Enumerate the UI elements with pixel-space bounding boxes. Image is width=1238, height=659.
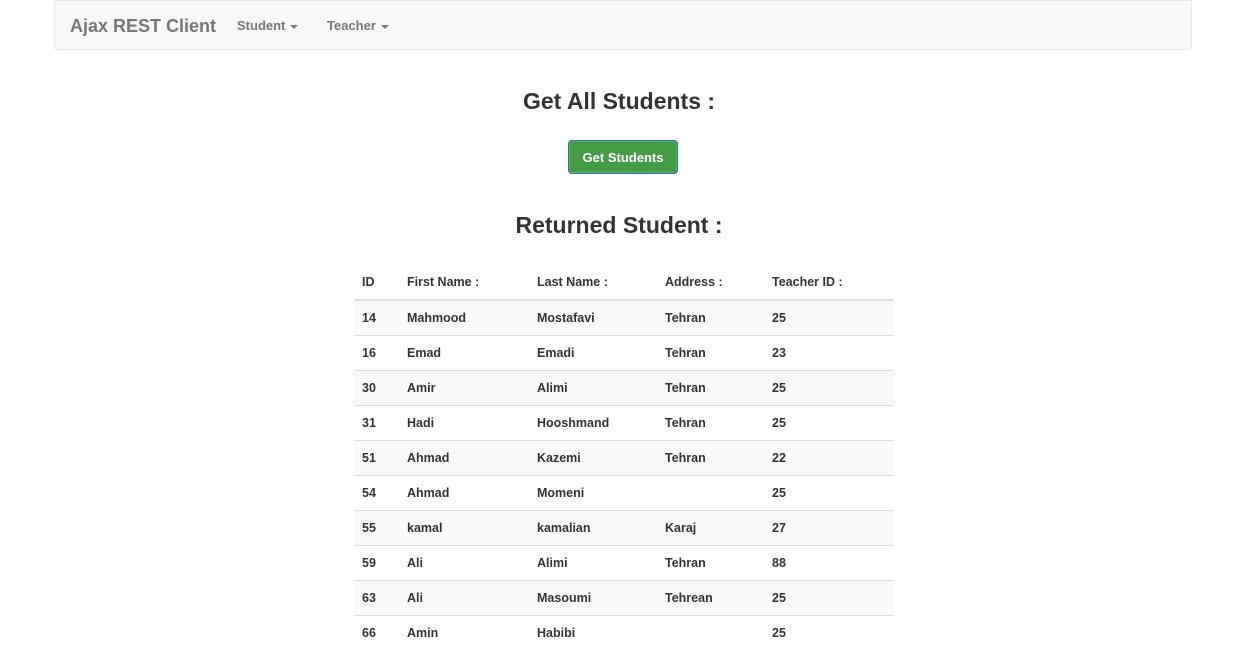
cell-address: Tehran bbox=[657, 405, 764, 441]
cell-last-name: Alimi bbox=[529, 545, 657, 581]
cell-teacher-id: 27 bbox=[764, 510, 894, 546]
cell-last-name: Masoumi bbox=[529, 580, 657, 616]
cell-address: Tehran bbox=[657, 545, 764, 581]
table-row: 66 Amin Habibi 25 bbox=[354, 615, 894, 650]
table-row: 51 Ahmad Kazemi Tehran 22 bbox=[354, 440, 894, 476]
column-header-first-name: First Name : bbox=[399, 264, 529, 301]
cell-address: Tehran bbox=[657, 335, 764, 371]
cell-last-name: Habibi bbox=[529, 615, 657, 650]
table-body: 14 Mahmood Mostafavi Tehran 25 16 Emad E… bbox=[354, 299, 894, 650]
navbar: Ajax REST Client Student Teacher bbox=[54, 0, 1192, 50]
caret-down-icon bbox=[290, 24, 299, 29]
cell-last-name: Kazemi bbox=[529, 440, 657, 476]
cell-id: 14 bbox=[354, 299, 399, 336]
nav-dropdown-student-label: Student bbox=[237, 18, 286, 33]
get-all-students-heading: Get All Students : bbox=[522, 88, 716, 114]
cell-id: 63 bbox=[354, 580, 399, 616]
cell-address: Tehran bbox=[657, 299, 764, 336]
cell-address: Tehran bbox=[657, 370, 764, 406]
column-header-address: Address : bbox=[657, 264, 764, 301]
students-table: ID First Name : Last Name : Address : Te… bbox=[354, 264, 894, 650]
get-students-button[interactable]: Get Students bbox=[568, 140, 678, 174]
cell-first-name: Ahmad bbox=[399, 440, 529, 476]
cell-id: 54 bbox=[354, 475, 399, 511]
cell-last-name: Emadi bbox=[529, 335, 657, 371]
cell-id: 66 bbox=[354, 615, 399, 650]
nav-dropdown-student[interactable]: Student bbox=[237, 1, 299, 51]
table-row: 14 Mahmood Mostafavi Tehran 25 bbox=[354, 299, 894, 336]
table-row: 31 Hadi Hooshmand Tehran 25 bbox=[354, 405, 894, 441]
table-row: 55 kamal kamalian Karaj 27 bbox=[354, 510, 894, 546]
cell-id: 30 bbox=[354, 370, 399, 406]
cell-address bbox=[657, 615, 764, 650]
cell-first-name: Amir bbox=[399, 370, 529, 406]
column-header-last-name: Last Name : bbox=[529, 264, 657, 301]
returned-student-heading: Returned Student : bbox=[515, 212, 723, 238]
cell-first-name: Ali bbox=[399, 580, 529, 616]
cell-address: Karaj bbox=[657, 510, 764, 546]
cell-id: 16 bbox=[354, 335, 399, 371]
cell-address bbox=[657, 475, 764, 511]
cell-first-name: Mahmood bbox=[399, 299, 529, 336]
column-header-id: ID bbox=[354, 264, 399, 301]
cell-last-name: kamalian bbox=[529, 510, 657, 546]
nav-dropdown-teacher-label: Teacher bbox=[327, 18, 376, 33]
cell-teacher-id: 88 bbox=[764, 545, 894, 581]
column-header-teacher-id: Teacher ID : bbox=[764, 264, 894, 301]
cell-address: Tehran bbox=[657, 440, 764, 476]
cell-teacher-id: 25 bbox=[764, 615, 894, 650]
caret-down-icon bbox=[380, 24, 389, 29]
cell-id: 59 bbox=[354, 545, 399, 581]
cell-address: Tehrean bbox=[657, 580, 764, 616]
cell-teacher-id: 25 bbox=[764, 299, 894, 336]
cell-id: 55 bbox=[354, 510, 399, 546]
cell-last-name: Mostafavi bbox=[529, 299, 657, 336]
table-header-row: ID First Name : Last Name : Address : Te… bbox=[354, 264, 894, 301]
cell-first-name: Ali bbox=[399, 545, 529, 581]
cell-id: 31 bbox=[354, 405, 399, 441]
cell-first-name: Hadi bbox=[399, 405, 529, 441]
cell-first-name: Ahmad bbox=[399, 475, 529, 511]
nav-dropdown-teacher[interactable]: Teacher bbox=[327, 1, 389, 51]
table-row: 16 Emad Emadi Tehran 23 bbox=[354, 335, 894, 371]
table-row: 30 Amir Alimi Tehran 25 bbox=[354, 370, 894, 406]
cell-last-name: Alimi bbox=[529, 370, 657, 406]
table-row: 59 Ali Alimi Tehran 88 bbox=[354, 545, 894, 581]
navbar-brand[interactable]: Ajax REST Client bbox=[70, 1, 216, 51]
cell-teacher-id: 22 bbox=[764, 440, 894, 476]
cell-last-name: Hooshmand bbox=[529, 405, 657, 441]
table-row: 63 Ali Masoumi Tehrean 25 bbox=[354, 580, 894, 616]
cell-teacher-id: 25 bbox=[764, 580, 894, 616]
cell-teacher-id: 25 bbox=[764, 475, 894, 511]
cell-first-name: kamal bbox=[399, 510, 529, 546]
cell-teacher-id: 25 bbox=[764, 370, 894, 406]
cell-last-name: Momeni bbox=[529, 475, 657, 511]
cell-teacher-id: 25 bbox=[764, 405, 894, 441]
cell-teacher-id: 23 bbox=[764, 335, 894, 371]
table-row: 54 Ahmad Momeni 25 bbox=[354, 475, 894, 511]
cell-first-name: Emad bbox=[399, 335, 529, 371]
cell-first-name: Amin bbox=[399, 615, 529, 650]
cell-id: 51 bbox=[354, 440, 399, 476]
